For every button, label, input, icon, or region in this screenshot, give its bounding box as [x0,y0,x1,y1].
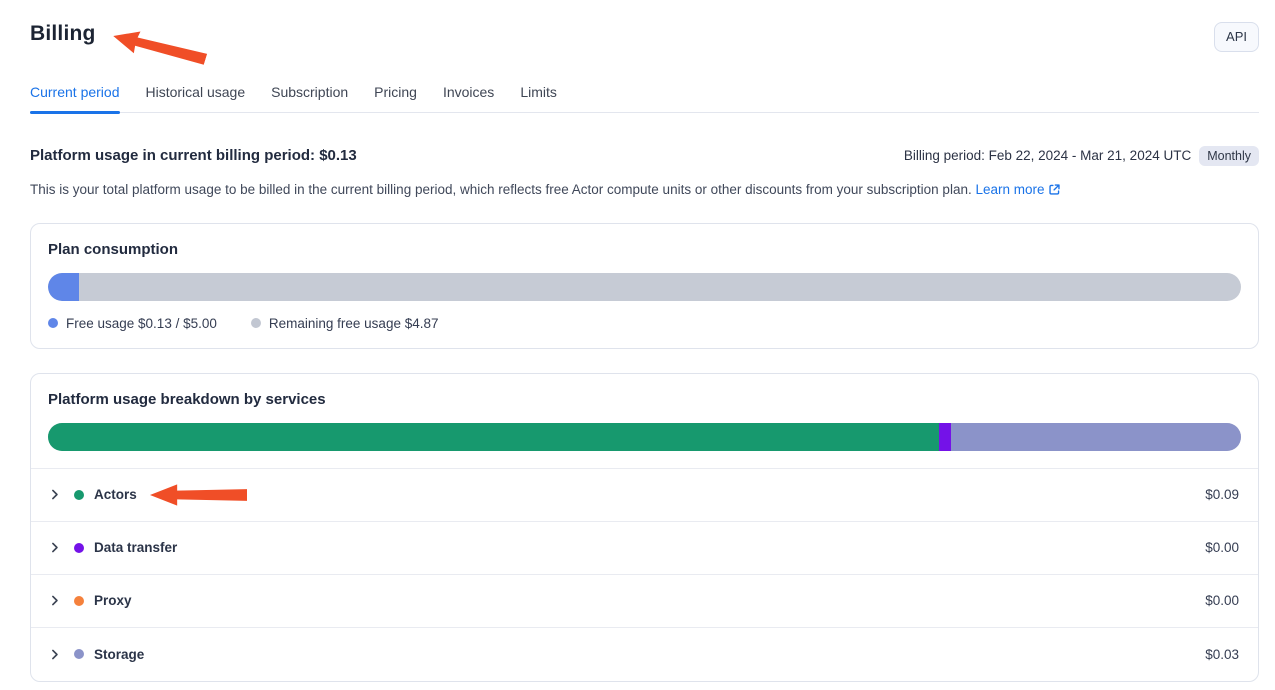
usage-breakdown-title: Platform usage breakdown by services [48,391,1241,408]
page-title: Billing [30,22,96,46]
data-transfer-value: $0.00 [1205,540,1239,555]
usage-description-text: This is your total platform usage to be … [30,182,972,197]
legend-item-free-usage: Free usage $0.13 / $5.00 [48,316,217,331]
legend-item-remaining: Remaining free usage $4.87 [251,316,439,331]
service-row-actors[interactable]: Actors $0.09 [31,469,1258,522]
storage-dot [74,649,84,659]
service-row-proxy[interactable]: Proxy $0.00 [31,575,1258,628]
tab-invoices[interactable]: Invoices [443,78,494,112]
data-transfer-label: Data transfer [94,540,177,555]
storage-label: Storage [94,647,144,662]
actors-value: $0.09 [1205,487,1239,502]
remaining-usage-dot [251,318,261,328]
proxy-label: Proxy [94,593,132,608]
usage-breakdown-bar [48,423,1241,451]
legend-free-usage-label: Free usage $0.13 / $5.00 [66,316,217,331]
data-transfer-dot [74,543,84,553]
chevron-right-icon[interactable] [48,541,61,554]
proxy-value: $0.00 [1205,593,1239,608]
plan-consumption-card: Plan consumption Free usage $0.13 / $5.0… [30,223,1259,349]
plan-consumption-title: Plan consumption [48,241,1241,258]
external-link-icon [1048,183,1061,199]
plan-consumption-bar [48,273,1241,301]
chevron-right-icon[interactable] [48,594,61,607]
free-usage-bar-segment [48,273,79,301]
service-rows: Actors $0.09 Data transfer $0.00 Proxy $… [31,468,1258,681]
storage-bar-segment [951,423,1241,451]
plan-consumption-legend: Free usage $0.13 / $5.00 Remaining free … [48,316,1241,331]
usage-description: This is your total platform usage to be … [30,182,1259,199]
chevron-right-icon[interactable] [48,488,61,501]
learn-more-link[interactable]: Learn more [975,182,1060,197]
storage-value: $0.03 [1205,647,1239,662]
billing-tabs: Current period Historical usage Subscrip… [30,78,1259,113]
period-summary-row: Platform usage in current billing period… [30,146,1259,166]
free-usage-dot [48,318,58,328]
data-transfer-bar-segment [939,423,951,451]
billing-period-text: Billing period: Feb 22, 2024 - Mar 21, 2… [904,148,1191,163]
page-header: Billing API [30,0,1259,52]
tab-current-period[interactable]: Current period [30,78,120,112]
tab-historical-usage[interactable]: Historical usage [146,78,246,112]
monthly-badge: Monthly [1199,146,1259,166]
tab-subscription[interactable]: Subscription [271,78,348,112]
chevron-right-icon[interactable] [48,648,61,661]
tab-pricing[interactable]: Pricing [374,78,417,112]
proxy-dot [74,596,84,606]
actors-bar-segment [48,423,939,451]
legend-remaining-label: Remaining free usage $4.87 [269,316,439,331]
service-row-data-transfer[interactable]: Data transfer $0.00 [31,522,1258,575]
actors-label: Actors [94,487,137,502]
service-row-storage[interactable]: Storage $0.03 [31,628,1258,681]
annotation-arrow-actors [150,484,247,506]
tab-limits[interactable]: Limits [520,78,557,112]
api-button[interactable]: API [1214,22,1259,52]
usage-breakdown-card: Platform usage breakdown by services Act… [30,373,1259,682]
usage-heading: Platform usage in current billing period… [30,147,357,164]
actors-dot [74,490,84,500]
